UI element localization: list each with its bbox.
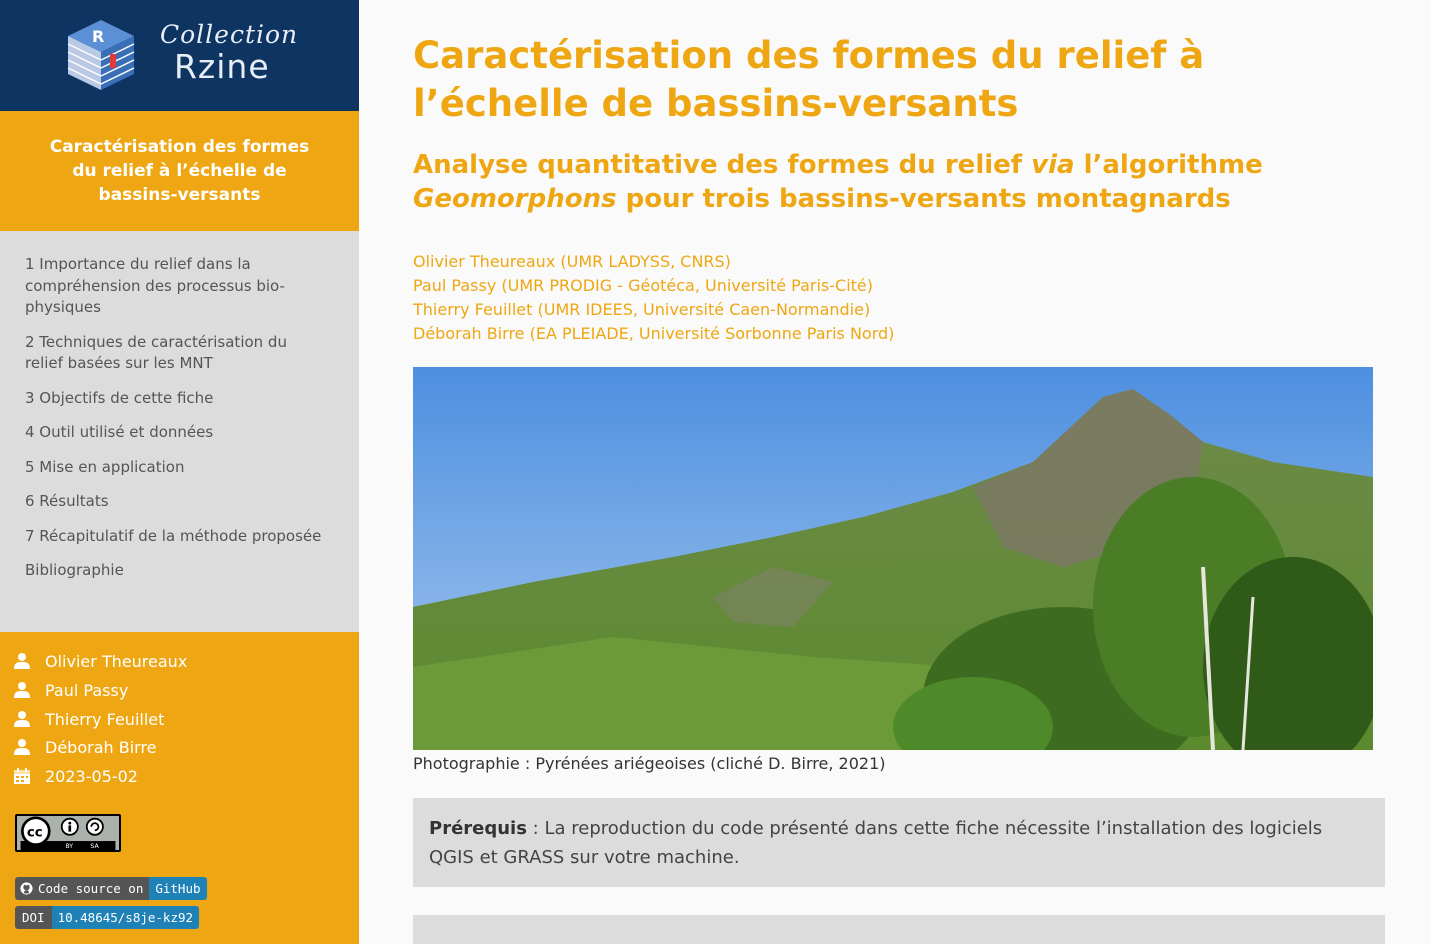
svg-text:cc: cc: [27, 826, 43, 841]
next-info-box: [413, 915, 1385, 944]
page-subtitle: Analyse quantitative des formes du relie…: [413, 148, 1313, 216]
sidebar-author: Déborah Birre: [13, 736, 157, 758]
subtitle-via: via: [1031, 150, 1075, 180]
calendar-icon: [14, 768, 30, 784]
sidebar-author: Olivier Theureaux: [13, 650, 187, 672]
author-name: Olivier Theureaux: [45, 651, 188, 671]
author-name: Paul Passy: [45, 680, 129, 700]
main-content: Caractérisation des formes du relief à l…: [359, 0, 1431, 944]
github-badge-text: Code source on: [38, 881, 144, 896]
sidebar-date: 2023-05-02: [13, 765, 138, 787]
toc-item-resultats[interactable]: 6 Résultats: [25, 491, 325, 513]
github-source-badge[interactable]: Code source on GitHub: [15, 877, 207, 900]
author-affiliation: Déborah Birre (EA PLEIADE, Université So…: [413, 324, 895, 343]
subtitle-part: pour trois bassins-versants montagnards: [616, 184, 1231, 214]
page-title: Caractérisation des formes du relief à l…: [413, 34, 1205, 125]
subtitle-part: l’algorithme: [1074, 150, 1263, 180]
sidebar-author: Thierry Feuillet: [13, 708, 164, 730]
doi-badge-right: 10.48645/s8je-kz92: [51, 906, 200, 929]
doi-badge-left: DOI: [15, 906, 52, 929]
prerequisites-box: Prérequis : La reproduction du code prés…: [413, 798, 1385, 887]
github-badge-right: GitHub: [149, 877, 207, 900]
brand-header[interactable]: R Collection Rzine: [0, 0, 359, 111]
toc-item-objectifs[interactable]: 3 Objectifs de cette fiche: [25, 388, 325, 410]
license-sa-label: SA: [90, 843, 99, 850]
author-name: Thierry Feuillet: [45, 709, 165, 729]
user-icon: [14, 711, 30, 727]
prerequisites-text: : La reproduction du code présenté dans …: [429, 818, 1323, 868]
user-icon: [14, 653, 30, 669]
publication-date: 2023-05-02: [45, 766, 138, 786]
toc-item-bibliographie[interactable]: Bibliographie: [25, 560, 325, 582]
github-badge-left: Code source on: [15, 877, 150, 900]
toc-item-application[interactable]: 5 Mise en application: [25, 457, 325, 479]
toc-item-techniques[interactable]: 2 Techniques de caractérisation du relie…: [25, 332, 325, 375]
sidebar: R Collection Rzine Caractérisation des f…: [0, 0, 359, 944]
license-by-label: BY: [65, 843, 73, 850]
user-icon: [14, 739, 30, 755]
author-affiliation: Olivier Theureaux (UMR LADYSS, CNRS): [413, 252, 731, 271]
user-icon: [14, 682, 30, 698]
prerequisites-label: Prérequis: [429, 818, 527, 839]
doi-badge[interactable]: DOI 10.48645/s8je-kz92: [15, 906, 200, 929]
toc-item-recapitulatif[interactable]: 7 Récapitulatif de la méthode proposée: [25, 526, 325, 548]
cc-by-sa-license-icon[interactable]: cc BY SA: [15, 814, 121, 852]
photo-caption: Photographie : Pyrénées ariégeoises (cli…: [413, 754, 886, 773]
sidebar-author: Paul Passy: [13, 679, 128, 701]
mountain-photo: [413, 367, 1373, 750]
subtitle-geomorphons: Geomorphons: [413, 184, 617, 214]
github-icon: [20, 882, 33, 895]
brand-name: Rzine: [174, 47, 270, 86]
toc-item-importance[interactable]: 1 Importance du relief dans la compréhen…: [25, 254, 325, 319]
svg-text:R: R: [92, 27, 104, 46]
sidebar-title[interactable]: Caractérisation des formes du relief à l…: [0, 111, 359, 231]
subtitle-part: Analyse quantitative des formes du relie…: [413, 150, 1032, 180]
toc-item-outil[interactable]: 4 Outil utilisé et données: [25, 422, 325, 444]
rzine-logo-icon: R: [67, 20, 135, 90]
author-affiliation: Thierry Feuillet (UMR IDEES, Université …: [413, 300, 871, 319]
author-list: Olivier Theureaux (UMR LADYSS, CNRS) Pau…: [413, 250, 894, 346]
table-of-contents: 1 Importance du relief dans la compréhen…: [0, 231, 359, 632]
brand-collection-text: Collection: [160, 20, 299, 49]
author-name: Déborah Birre: [45, 737, 157, 757]
author-affiliation: Paul Passy (UMR PRODIG - Géotéca, Univer…: [413, 276, 874, 295]
